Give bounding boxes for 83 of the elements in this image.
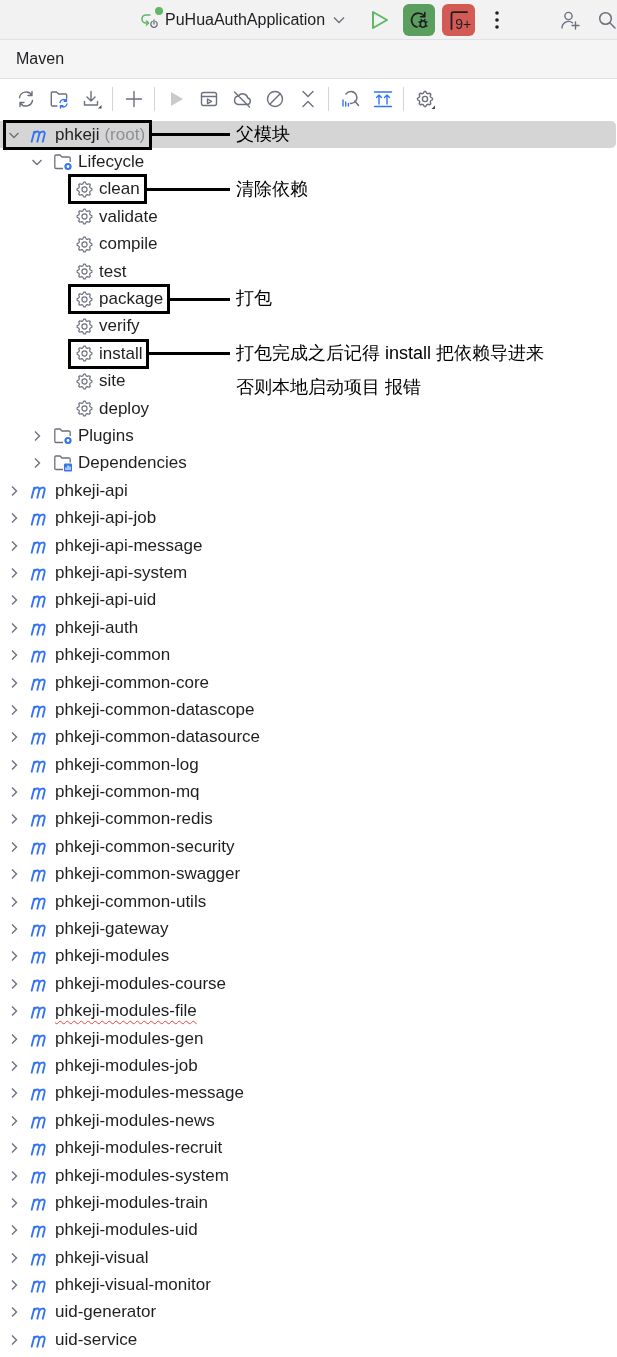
tree-item[interactable]: phkeji-common-datasource <box>6 725 261 750</box>
tree-item[interactable]: phkeji-modules-news <box>6 1108 215 1133</box>
circle-slash-icon <box>264 89 285 109</box>
play-icon <box>370 9 389 30</box>
tree-item[interactable]: phkeji-modules-gen <box>6 1026 204 1051</box>
gear-icon <box>76 372 93 390</box>
gear-icon <box>76 317 93 335</box>
panel-title: Maven <box>16 50 65 68</box>
debug-button[interactable] <box>402 3 436 36</box>
tree-item[interactable]: phkeji-modules <box>6 944 170 969</box>
gear-icon <box>76 263 93 281</box>
tree-item[interactable]: Lifecycle <box>29 150 145 175</box>
count-button[interactable]: 9+ <box>442 3 476 36</box>
tree-item[interactable]: phkeji-modules-uid <box>6 1218 198 1243</box>
tree-item[interactable]: verify <box>76 314 140 339</box>
tree-item[interactable]: phkeji-modules-course <box>6 971 227 996</box>
tree-item[interactable]: uid-service <box>6 1327 138 1352</box>
chevron-down-icon <box>333 15 346 24</box>
tree-item[interactable]: phkeji-common <box>6 643 171 668</box>
annotation-text: 打包完成之后记得 install 把依赖导进来 <box>236 342 545 366</box>
annotation-text: 否则本地启动项目 报错 <box>236 376 422 400</box>
tree-item[interactable]: compile <box>76 232 158 257</box>
gear-icon <box>76 180 93 198</box>
tree-item[interactable]: clean <box>76 177 140 202</box>
window-play-icon <box>198 89 219 109</box>
folder-gear-icon <box>53 427 73 445</box>
tree-item[interactable]: phkeji-common-mq <box>6 780 200 805</box>
cloud-off-icon <box>231 89 252 109</box>
magnifier-chart-icon <box>339 89 360 109</box>
tree-item[interactable]: phkeji-api-message <box>6 533 203 558</box>
search-icon <box>598 10 616 29</box>
tree-item[interactable]: phkeji-api-job <box>6 506 157 531</box>
tree-item[interactable]: uid-generator <box>6 1300 157 1325</box>
tree-item[interactable]: phkeji-api-uid <box>6 588 157 613</box>
gear-icon <box>76 345 93 363</box>
tree-item[interactable]: phkeji-visual-monitor <box>6 1273 211 1298</box>
arrows-up-icon <box>372 89 393 109</box>
tree-item[interactable]: phkeji-modules-message <box>6 1081 244 1106</box>
tree-item[interactable]: phkeji-common-log <box>6 752 199 777</box>
tree-item[interactable]: phkeji-modules-system <box>6 1163 229 1188</box>
gear-icon <box>76 290 93 308</box>
tree-item[interactable]: phkeji-auth <box>6 615 139 640</box>
settings-icon <box>414 89 435 109</box>
plus-icon <box>123 89 144 109</box>
tree-item[interactable]: phkeji-common-datascope <box>6 697 255 722</box>
frame-icon <box>449 9 470 30</box>
tree-item[interactable]: package <box>76 287 164 312</box>
tree-item[interactable]: phkeji-visual <box>6 1245 149 1270</box>
refresh-bug-icon <box>409 9 430 30</box>
tree-item[interactable]: phkeji (root) <box>6 122 146 147</box>
annotation-text: 清除依赖 <box>236 177 308 201</box>
annotation-text: 父模块 <box>236 123 290 146</box>
annotation-text: 打包 <box>236 287 272 311</box>
tree-item[interactable]: validate <box>76 204 158 229</box>
tree-item[interactable]: test <box>76 259 127 284</box>
tree-item[interactable]: phkeji-common-utils <box>6 889 207 914</box>
tree-item[interactable]: deploy <box>76 396 150 421</box>
folder-gear-icon <box>53 153 73 172</box>
folder-chart-icon <box>53 454 73 473</box>
more-icon <box>495 10 500 29</box>
tree-item[interactable]: phkeji-common-core <box>6 670 209 695</box>
tree-item[interactable]: phkeji-api-system <box>6 560 188 585</box>
run-config-selector[interactable]: PuHuaAuthApplication <box>137 4 349 35</box>
tree-item[interactable]: phkeji-gateway <box>6 917 169 941</box>
tree-item[interactable]: phkeji-common-redis <box>6 807 213 832</box>
tree-item[interactable]: phkeji-modules-job <box>6 1053 198 1078</box>
download-icon <box>81 89 102 109</box>
gear-icon <box>76 400 93 418</box>
tree-item[interactable]: phkeji-modules-file <box>6 999 197 1024</box>
tree-item[interactable]: phkeji-common-security <box>6 834 235 859</box>
gear-icon <box>76 235 93 253</box>
tree-item[interactable]: phkeji-api <box>6 478 128 503</box>
tree-item[interactable]: Dependencies <box>29 451 187 476</box>
folder-refresh-icon <box>48 89 69 109</box>
tree-item[interactable]: phkeji-modules-train <box>6 1190 209 1215</box>
tree-item[interactable]: install <box>76 341 143 366</box>
gear-icon <box>76 208 93 226</box>
tree-item[interactable]: site <box>76 369 126 394</box>
tree-item[interactable]: phkeji-modules-recruit <box>6 1136 223 1161</box>
add-user-icon <box>560 9 581 30</box>
tree-item[interactable]: phkeji-common-swagger <box>6 862 241 887</box>
tree-item[interactable]: Plugins <box>29 424 134 448</box>
leader-line <box>170 297 230 301</box>
